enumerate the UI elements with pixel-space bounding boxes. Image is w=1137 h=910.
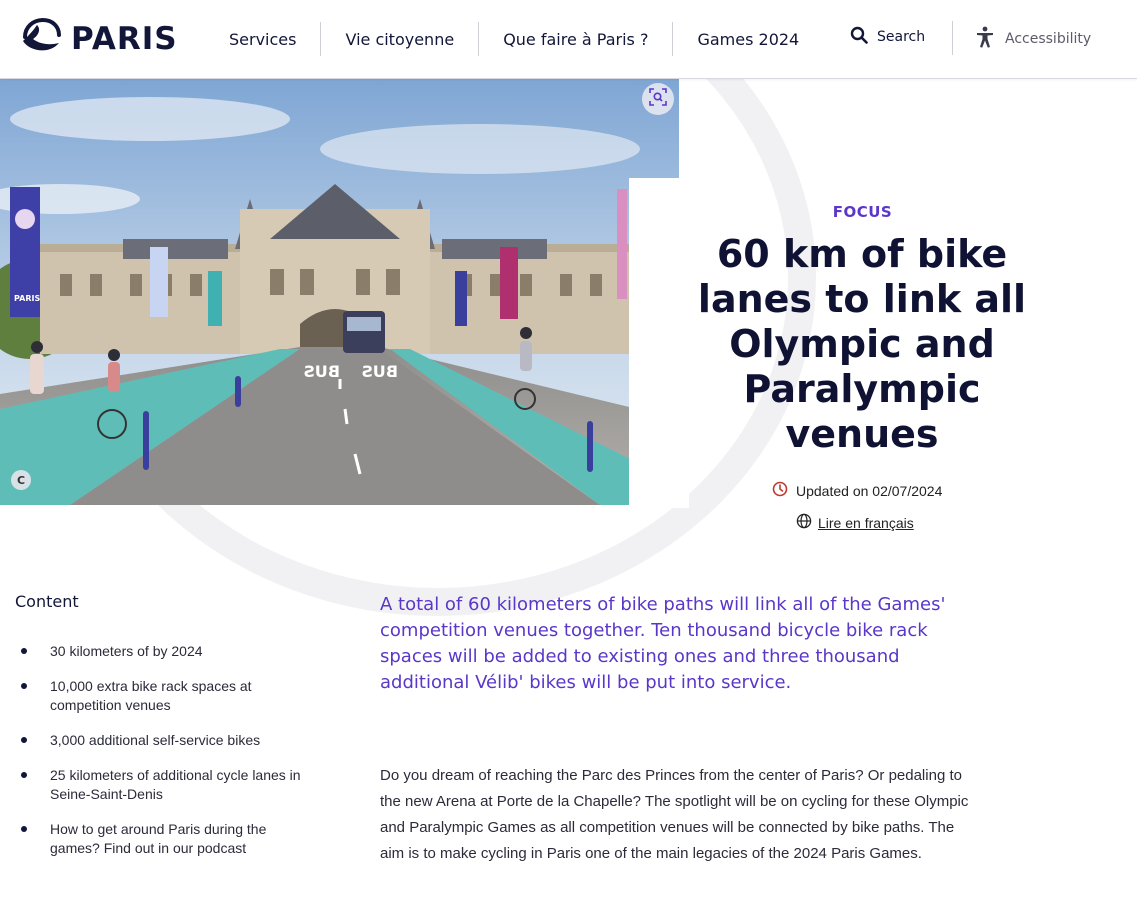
logo-text: PARIS xyxy=(71,21,178,57)
lead-paragraph: A total of 60 kilometers of bike paths w… xyxy=(380,594,946,693)
toc-item[interactable]: 3,000 additional self-service bikes xyxy=(15,731,305,750)
language-link[interactable]: Lire en français xyxy=(796,513,914,532)
accessibility-label: Accessibility xyxy=(1005,31,1092,47)
accessibility-icon xyxy=(975,26,995,52)
road-bus-marking: BUS xyxy=(303,362,340,381)
nav-vie-citoyenne[interactable]: Vie citoyenne xyxy=(321,22,480,56)
updated-text: Updated on 02/07/2024 xyxy=(796,482,943,499)
page-title: 60 km of bike lanes to link all Olympic … xyxy=(697,232,1027,456)
clock-icon xyxy=(772,481,788,500)
search-icon xyxy=(850,26,868,48)
search-label: Search xyxy=(877,29,926,45)
site-header: PARIS Services Vie citoyenne Que faire à… xyxy=(0,0,1137,79)
nav-que-faire[interactable]: Que faire à Paris ? xyxy=(479,22,674,56)
nav-games-2024[interactable]: Games 2024 xyxy=(673,22,823,56)
toc-item[interactable]: 25 kilometers of additional cycle lanes … xyxy=(15,766,305,804)
nav-services[interactable]: Services xyxy=(205,22,322,56)
zoom-button[interactable] xyxy=(642,83,674,115)
toc-item[interactable]: How to get around Paris during the games… xyxy=(15,820,305,858)
header-divider xyxy=(952,21,953,55)
zoom-icon xyxy=(649,87,667,111)
paris-logo[interactable]: PARIS xyxy=(19,17,178,61)
globe-icon xyxy=(796,513,812,532)
road-bus-marking-2: BUS xyxy=(361,362,398,381)
toc-item[interactable]: 30 kilometers of by 2024 xyxy=(15,642,305,661)
table-of-contents: 30 kilometers of by 2024 10,000 extra bi… xyxy=(15,642,305,874)
hero-image: BUS BUS PARIS xyxy=(0,79,679,505)
category-label: FOCUS xyxy=(832,203,893,221)
copyright-badge[interactable]: C xyxy=(11,470,31,490)
banner-text: PARIS xyxy=(14,294,40,303)
toc-item[interactable]: 10,000 extra bike rack spaces at competi… xyxy=(15,677,305,715)
toc-title: Content xyxy=(15,592,79,611)
language-link-text: Lire en français xyxy=(818,514,914,531)
main-nav: Services Vie citoyenne Que faire à Paris… xyxy=(205,0,823,78)
updated-info: Updated on 02/07/2024 xyxy=(772,481,942,500)
search-button[interactable]: Search xyxy=(850,26,925,48)
accessibility-button[interactable]: Accessibility xyxy=(975,26,1091,52)
paris-boat-logo-icon xyxy=(19,15,63,64)
body-paragraph: Do you dream of reaching the Parc des Pr… xyxy=(380,767,969,862)
